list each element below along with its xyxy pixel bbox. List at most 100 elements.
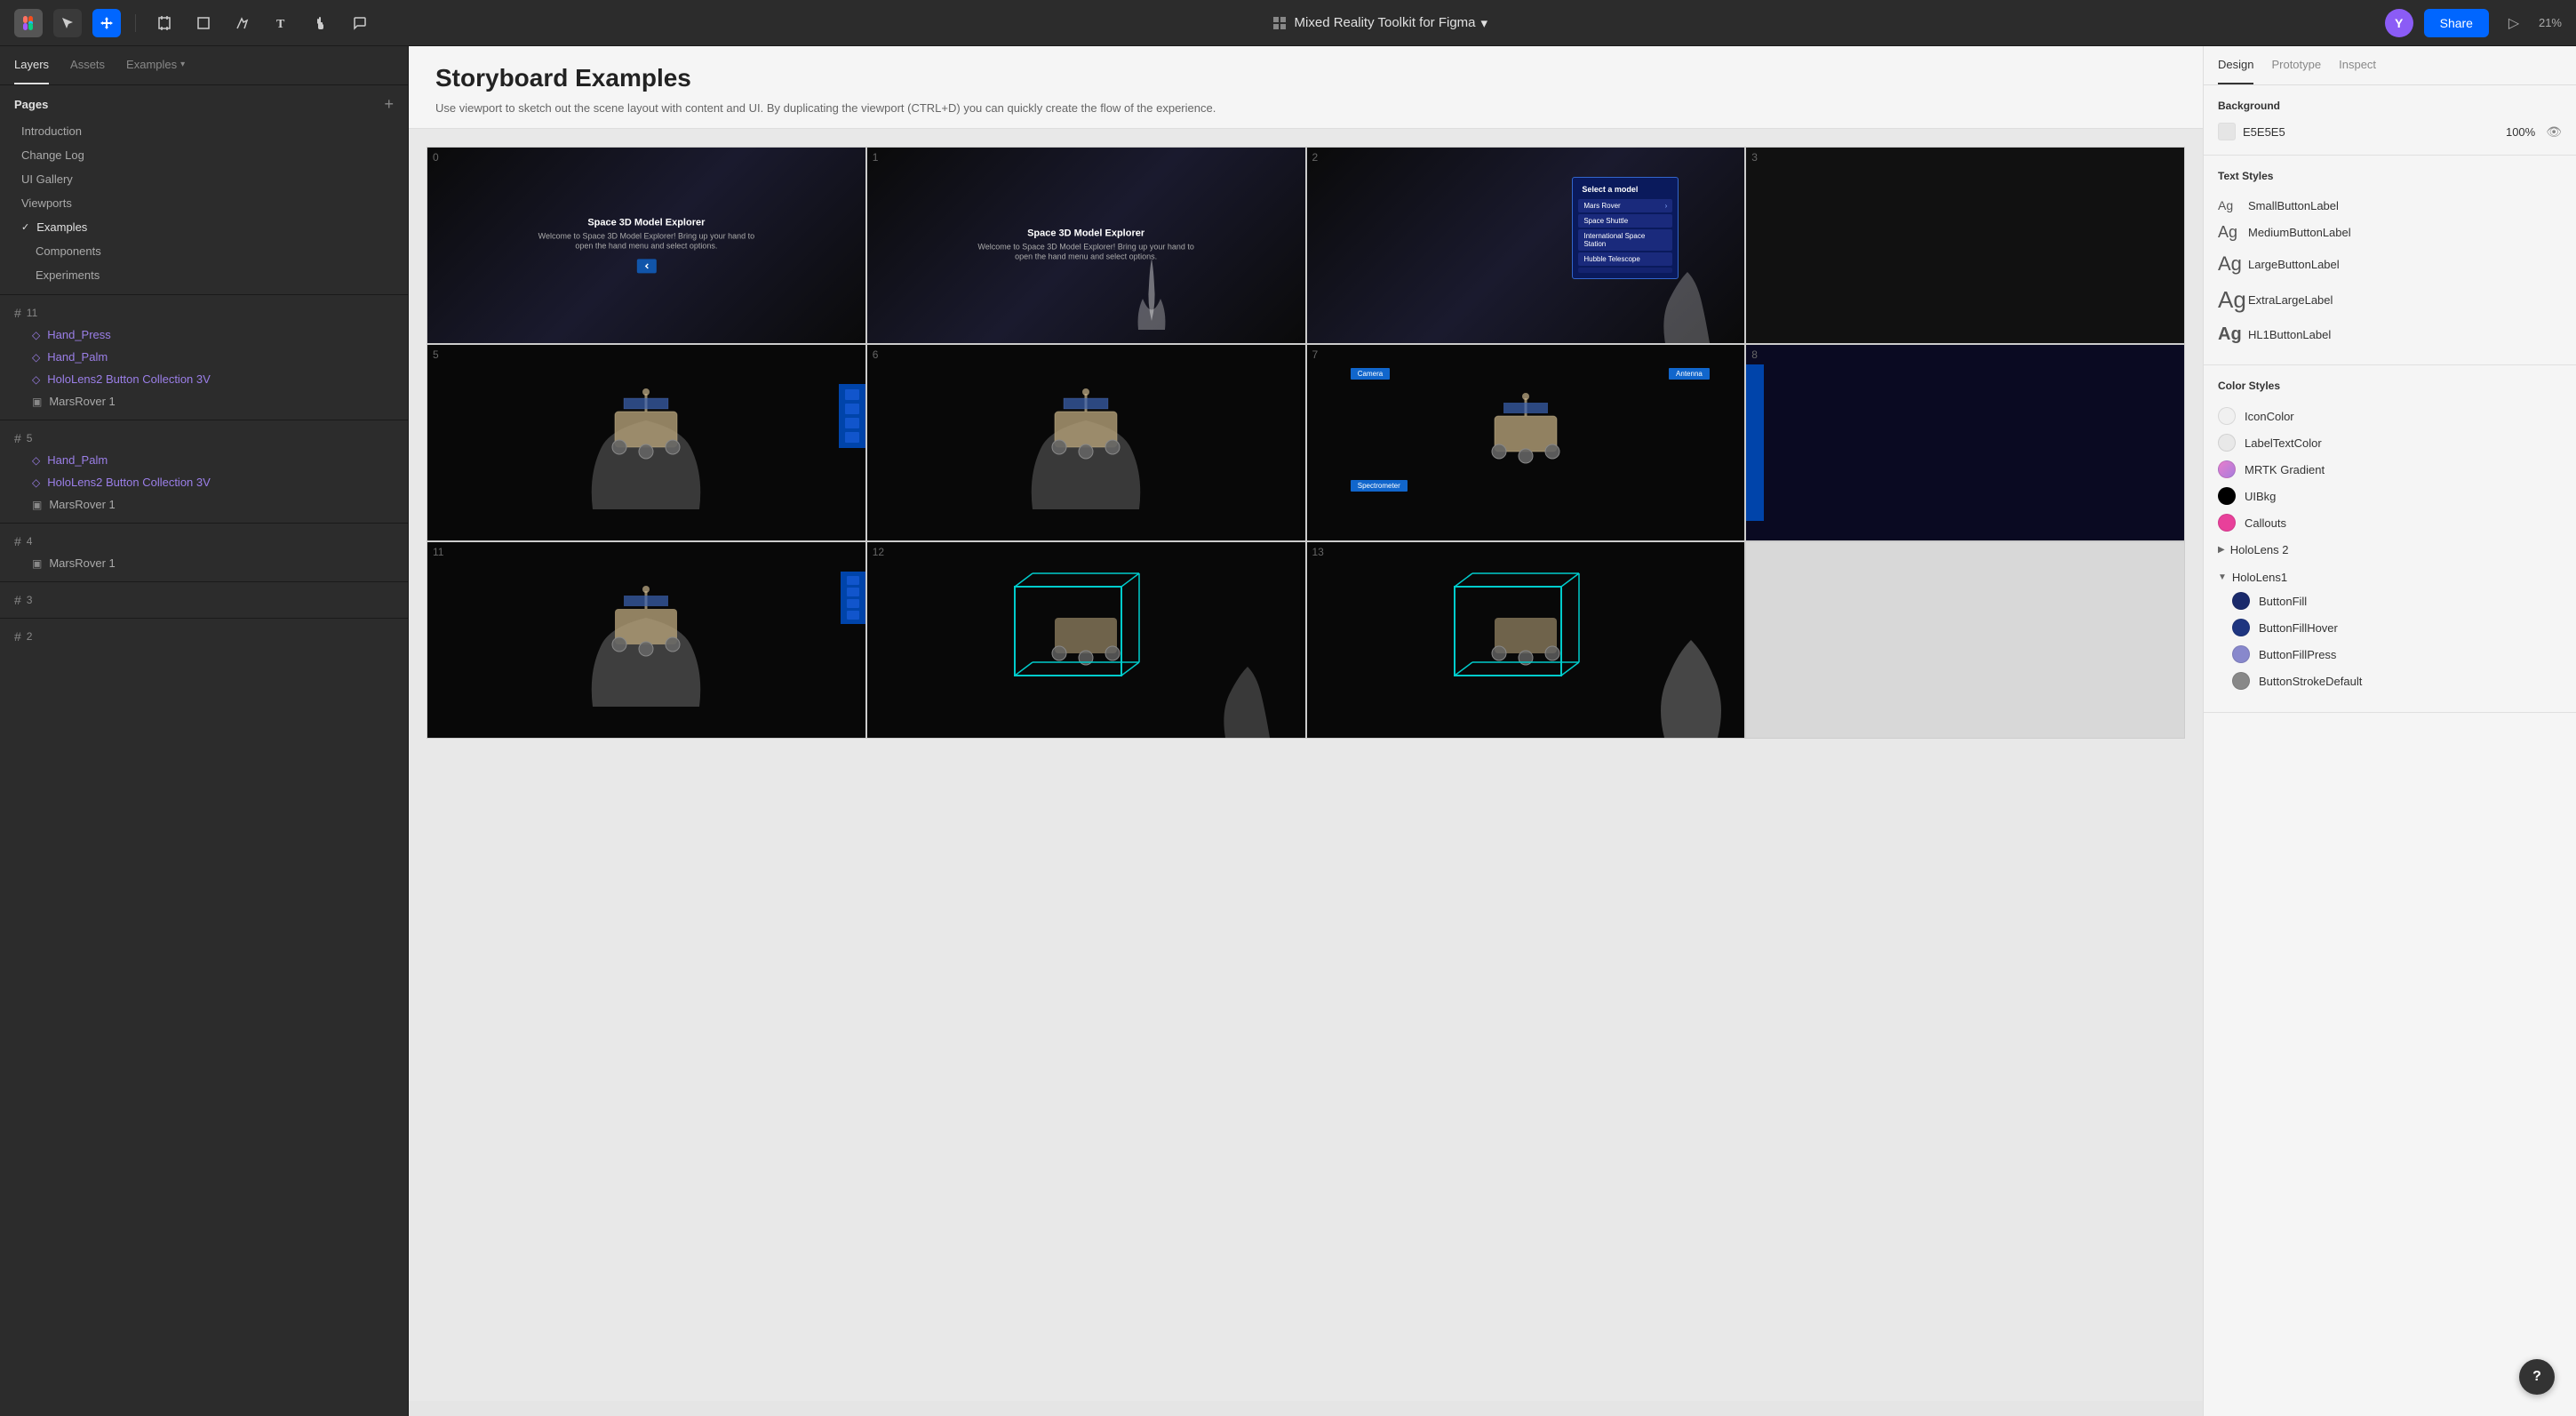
project-name[interactable]: Mixed Reality Toolkit for Figma ▾ [1295, 15, 1488, 31]
layer-group-2-header[interactable]: # 2 [0, 626, 408, 647]
layer-holens2-btn-5[interactable]: ◇ HoloLens2 Button Collection 3V [0, 471, 408, 493]
pages-title: Pages [14, 98, 48, 111]
pen-tool[interactable] [228, 9, 257, 37]
layer-group-11-header[interactable]: # 11 [0, 302, 408, 324]
style-item-small: Ag SmallButtonLabel [2218, 193, 2562, 218]
help-button[interactable]: ? [2519, 1359, 2555, 1395]
style-label-xlarge[interactable]: ExtraLargeLabel [2248, 293, 2333, 307]
hand-right2-svg [1212, 649, 1283, 738]
tab-layers[interactable]: Layers [14, 46, 49, 84]
color-item-labeltextcolor[interactable]: LabelTextColor [2218, 429, 2562, 456]
storyboard-cell-0[interactable]: 0 Space 3D Model Explorer Welcome to Spa… [427, 147, 866, 344]
layer-group-5-header[interactable]: # 5 [0, 428, 408, 449]
svg-text:T: T [276, 18, 285, 30]
zoom-level[interactable]: 21% [2539, 16, 2562, 29]
text-tool[interactable]: T [267, 9, 296, 37]
page-ui-gallery[interactable]: UI Gallery [14, 167, 394, 191]
layer-group-4-header[interactable]: # 4 [0, 531, 408, 552]
storyboard-cell-13[interactable]: 13 [1306, 541, 1746, 739]
cell-image-2: Select a model Mars Rover › Space Shuttl… [1307, 148, 1745, 343]
color-label-buttonfill: ButtonFill [2259, 595, 2307, 608]
frame-tool[interactable] [150, 9, 179, 37]
color-item-iconcolor[interactable]: IconColor [2218, 403, 2562, 429]
layer-marsrover-1[interactable]: ▣ MarsRover 1 [0, 390, 408, 412]
component-icon: ◇ [32, 476, 40, 489]
project-icon [1272, 15, 1288, 31]
add-page-button[interactable]: + [384, 96, 394, 112]
spectrometer-label: Spectrometer [1351, 480, 1408, 492]
storyboard-cell-3[interactable]: 3 [1745, 147, 2185, 344]
cell-image-8 [1746, 345, 2184, 540]
component-icon: ◇ [32, 373, 40, 386]
tab-design[interactable]: Design [2218, 46, 2253, 84]
component-icon: ◇ [32, 454, 40, 467]
storyboard-cell-2[interactable]: 2 Select a model Mars Rover › Space Shut… [1306, 147, 1746, 344]
color-item-mrtk-gradient[interactable]: MRTK Gradient [2218, 456, 2562, 483]
style-label-hl1[interactable]: HL1ButtonLabel [2248, 328, 2331, 341]
layer-marsrover-5[interactable]: ▣ MarsRover 1 [0, 493, 408, 516]
color-item-buttonfillhover[interactable]: ButtonFillHover [2232, 614, 2562, 641]
rover-cyan-svg [997, 569, 1175, 711]
color-label-iconcolor: IconColor [2245, 410, 2294, 423]
background-swatch[interactable] [2218, 123, 2236, 140]
color-item-callouts[interactable]: Callouts [2218, 509, 2562, 536]
storyboard-cell-8[interactable]: 8 [1745, 344, 2185, 541]
page-experiments[interactable]: Experiments [14, 263, 394, 287]
color-group-holens1-header[interactable]: ▼ HoloLens1 [2218, 567, 2562, 588]
style-label-medium[interactable]: MediumButtonLabel [2248, 226, 2351, 239]
layer-marsrover-4[interactable]: ▣ MarsRover 1 [0, 552, 408, 574]
hand-tool[interactable] [307, 9, 335, 37]
cell-image-7: Camera Antenna Spectrometer [1307, 345, 1745, 540]
share-button[interactable]: Share [2424, 9, 2489, 37]
storyboard-cell-1[interactable]: 1 Space 3D Model Explorer Welcome to Spa… [866, 147, 1306, 344]
color-swatch-callouts [2218, 514, 2236, 532]
tab-examples[interactable]: Examples ▾ [126, 46, 185, 84]
style-label-large[interactable]: LargeButtonLabel [2248, 258, 2340, 271]
cell-image-5 [427, 345, 865, 540]
layer-hand-palm-5[interactable]: ◇ Hand_Palm [0, 449, 408, 471]
color-group-holens2: ▶ HoloLens 2 [2218, 536, 2562, 564]
select-tool[interactable] [53, 9, 82, 37]
color-styles-title: Color Styles [2218, 380, 2562, 392]
storyboard-cell-7[interactable]: 7 [1306, 344, 1746, 541]
style-label-small[interactable]: SmallButtonLabel [2248, 199, 2339, 212]
canvas-content[interactable]: 0 Space 3D Model Explorer Welcome to Spa… [409, 129, 2203, 1401]
tab-inspect[interactable]: Inspect [2339, 46, 2376, 84]
tab-prototype[interactable]: Prototype [2271, 46, 2321, 84]
color-item-buttonstrokedefault[interactable]: ButtonStrokeDefault [2232, 668, 2562, 694]
background-opacity[interactable]: 100% [2506, 125, 2535, 139]
layer-holens2-btn-1[interactable]: ◇ HoloLens2 Button Collection 3V [0, 368, 408, 390]
page-introduction[interactable]: Introduction [14, 119, 394, 143]
layer-hand-palm-1[interactable]: ◇ Hand_Palm [0, 346, 408, 368]
background-section: Background E5E5E5 100% 👁 [2204, 85, 2576, 156]
page-changelog[interactable]: Change Log [14, 143, 394, 167]
tab-assets[interactable]: Assets [70, 46, 105, 84]
layer-group-3-header[interactable]: # 3 [0, 589, 408, 611]
page-examples[interactable]: Examples [14, 215, 394, 239]
hand-right-svg [1652, 254, 1723, 343]
color-item-buttonfillpress[interactable]: ButtonFillPress [2232, 641, 2562, 668]
shape-tool[interactable] [189, 9, 218, 37]
color-item-buttonfill[interactable]: ButtonFill [2232, 588, 2562, 614]
canvas-title: Storyboard Examples [435, 64, 2176, 92]
storyboard-cell-12[interactable]: 12 [866, 541, 1306, 739]
figma-logo[interactable] [14, 9, 43, 37]
storyboard-cell-empty [1745, 541, 2185, 739]
color-item-uibkg[interactable]: UIBkg [2218, 483, 2562, 509]
storyboard-cell-11[interactable]: 11 [427, 541, 866, 739]
color-group-holens2-header[interactable]: ▶ HoloLens 2 [2218, 540, 2562, 560]
layers-section: # 11 ◇ Hand_Press ◇ Hand_Palm ◇ HoloLens… [0, 295, 408, 1416]
move-tool[interactable] [92, 9, 121, 37]
comment-tool[interactable] [346, 9, 374, 37]
visibility-icon[interactable]: 👁 [2546, 124, 2562, 140]
page-components[interactable]: Components [14, 239, 394, 263]
play-button[interactable]: ▷ [2500, 9, 2528, 37]
page-viewports[interactable]: Viewports [14, 191, 394, 215]
user-avatar[interactable]: Y [2385, 9, 2413, 37]
storyboard-cell-6[interactable]: 6 [866, 344, 1306, 541]
storyboard-cell-5[interactable]: 5 [427, 344, 866, 541]
background-hex[interactable]: E5E5E5 [2243, 125, 2499, 139]
layer-hand-press[interactable]: ◇ Hand_Press [0, 324, 408, 346]
hand-large-svg [1638, 604, 1744, 738]
toolbar-left: T [14, 9, 374, 37]
